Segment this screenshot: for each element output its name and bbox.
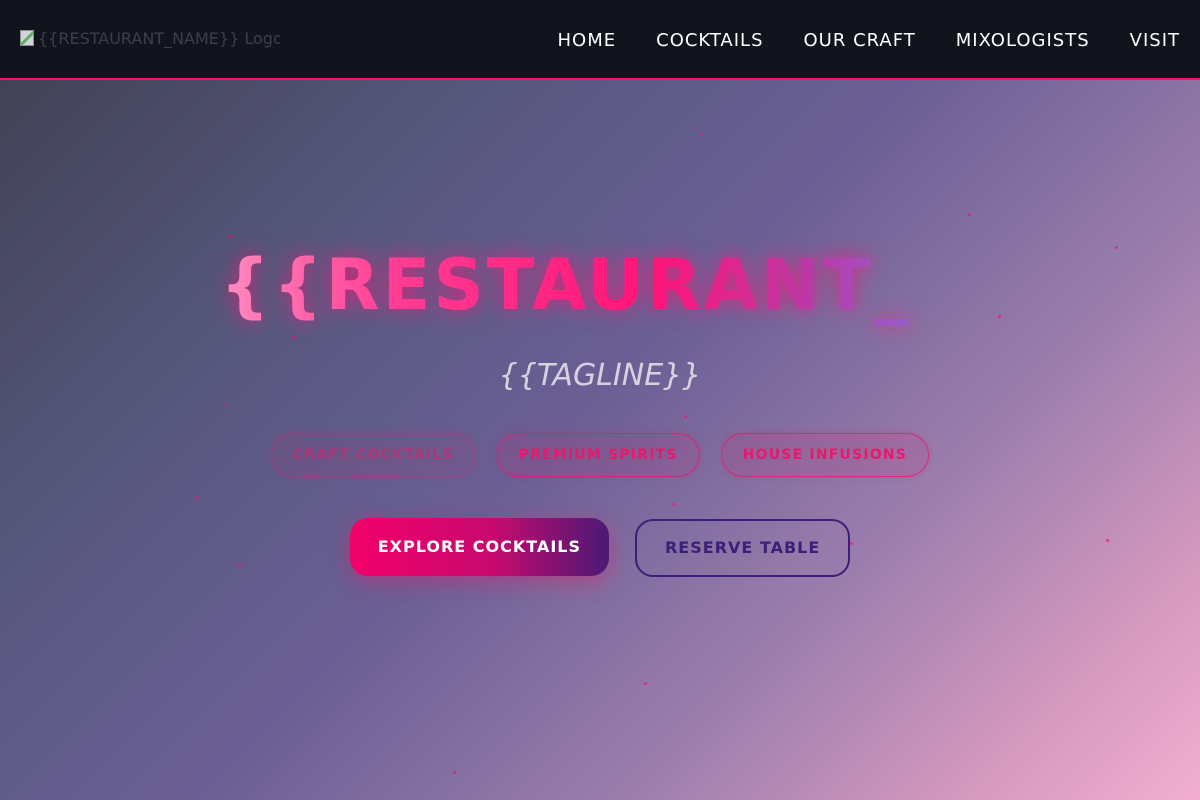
- hero-buttons: EXPLORE COCKTAILS RESERVE TABLE: [0, 518, 1200, 577]
- particle-decoration: [292, 336, 295, 339]
- particle-decoration: [700, 133, 703, 136]
- particle-decoration: [644, 682, 647, 685]
- particle-decoration: [684, 415, 687, 418]
- nav-link-cocktails[interactable]: COCKTAILS: [656, 30, 763, 51]
- main-nav: HOME COCKTAILS OUR CRAFT MIXOLOGISTS VIS…: [558, 0, 1180, 80]
- site-header: {{RESTAURANT_NAME}} Logo HOME COCKTAILS …: [0, 0, 1200, 80]
- hero-section: {{RESTAURANT_NAME}} {{TAGLINE}} CRAFT CO…: [0, 80, 1200, 800]
- logo[interactable]: {{RESTAURANT_NAME}} Logo: [20, 27, 280, 51]
- tag-craft-cocktails: CRAFT COCKTAILS: [270, 433, 476, 477]
- broken-image-icon: [20, 30, 34, 46]
- logo-alt-text: {{RESTAURANT_NAME}} Logo: [38, 29, 280, 48]
- particle-decoration: [195, 496, 198, 499]
- hero-title-fade: NAME}}: [911, 244, 1154, 326]
- hero-title-main: {{RESTAURANT_: [220, 244, 912, 326]
- particle-decoration: [225, 403, 228, 406]
- tag-house-infusions: HOUSE INFUSIONS: [720, 433, 930, 477]
- tag-premium-spirits: PREMIUM SPIRITS: [496, 433, 700, 477]
- explore-cocktails-button[interactable]: EXPLORE COCKTAILS: [349, 518, 609, 576]
- nav-link-mixologists[interactable]: MIXOLOGISTS: [956, 30, 1090, 51]
- nav-link-visit[interactable]: VISIT: [1130, 30, 1180, 51]
- particle-decoration: [453, 771, 456, 774]
- nav-link-our-craft[interactable]: OUR CRAFT: [804, 30, 916, 51]
- particle-decoration: [672, 503, 675, 506]
- reserve-table-button[interactable]: RESERVE TABLE: [634, 519, 851, 577]
- tagline: {{TAGLINE}}: [498, 358, 702, 393]
- nav-link-home[interactable]: HOME: [558, 30, 617, 51]
- feature-tags: CRAFT COCKTAILS PREMIUM SPIRITS HOUSE IN…: [0, 433, 1200, 477]
- hero-title: {{RESTAURANT_NAME}}: [220, 240, 1180, 330]
- particle-decoration: [968, 213, 971, 216]
- particle-decoration: [228, 235, 231, 238]
